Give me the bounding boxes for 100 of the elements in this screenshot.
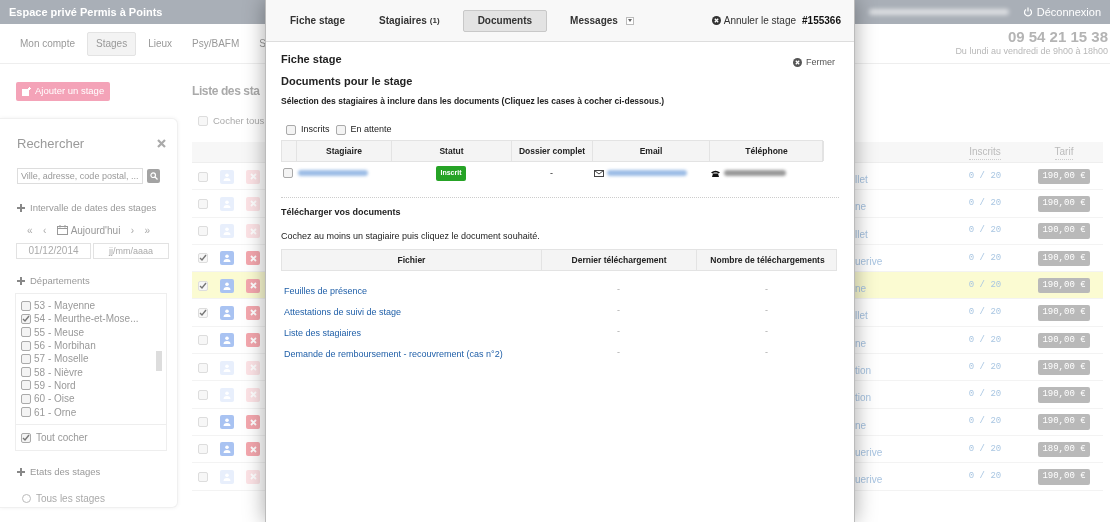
document-link[interactable]: Feuilles de présence [284,286,368,297]
place-link[interactable]: tion [855,392,872,404]
delete-button[interactable] [246,306,260,320]
cross-icon [249,336,257,344]
radio-button[interactable] [22,494,31,504]
inscrits-count: 0 / 20 [968,306,1002,320]
delete-button[interactable] [246,196,260,211]
nav-tab[interactable]: Stages [87,31,137,56]
delete-button[interactable] [246,387,260,402]
person-icon [223,336,231,345]
today-button[interactable]: Aujourd'hui [56,222,121,238]
checkbox[interactable] [21,353,31,364]
document-link[interactable]: Liste des stagiaires [284,328,362,339]
inscrits-count: 0 / 20 [968,278,1002,292]
section-title: Fiche stage [281,52,342,67]
filter-label: Inscrits [301,122,330,136]
place-link[interactable]: ne [855,337,867,349]
inscrits-count: 0 / 20 [968,197,1002,211]
modal-tab[interactable]: Fiche stage [279,9,357,32]
checkbox[interactable] [21,432,31,443]
date-nav-button[interactable]: ‹ [42,222,47,238]
person-icon [223,445,231,454]
document-link[interactable]: Attestations de suivi de stage [284,307,402,318]
trainee-button[interactable] [220,333,234,348]
place-link[interactable]: uerive [855,474,883,486]
column-header: Dossier complet [518,144,586,158]
download-count: - [765,282,768,296]
trainee-button[interactable] [220,306,234,320]
checkbox[interactable] [21,380,31,391]
delete-button[interactable] [246,333,260,348]
modal-tab[interactable]: Messages [559,9,645,32]
price-badge: 190,00 € [1038,469,1090,485]
date-nav-button[interactable]: » [144,222,150,238]
modal-tab[interactable]: Stagiaires (1) [368,9,451,32]
download-title: Télécharger vos documents [281,206,402,220]
search-field[interactable]: Ville, adresse, code postal, ... [17,167,143,184]
radio-label: Tous les stages [36,492,105,507]
add-stage-button[interactable]: Ajouter un stage [16,82,111,101]
place-link[interactable]: ne [855,419,867,431]
checkbox[interactable] [21,393,31,404]
nav-tab[interactable]: Lieux [140,31,181,56]
trainee-button[interactable] [220,278,234,293]
place-link[interactable]: uerive [855,255,883,267]
checkbox[interactable] [335,124,346,135]
price-badge: 190,00 € [1038,387,1090,403]
person-icon [223,418,231,427]
place-link[interactable]: ne [855,201,867,213]
delete-button[interactable] [246,442,260,457]
delete-button[interactable] [246,278,260,293]
place-link[interactable]: llet [855,310,868,322]
cross-icon [249,445,257,453]
checkbox[interactable] [283,168,293,179]
close-link[interactable]: Fermer [793,56,835,70]
start-date-field[interactable]: 01/12/2014 [16,242,91,259]
close-circle-icon [711,16,721,25]
price-badge: 190,00 € [1038,359,1090,376]
close-icon[interactable] [157,139,166,149]
cancel-stage-link[interactable]: Annuler le stage [711,13,797,28]
nav-tab[interactable]: S [251,31,274,56]
delete-button[interactable] [246,360,260,375]
column-header: Tarif [1054,144,1074,160]
checkbox[interactable] [21,340,31,351]
check-icon [22,433,30,442]
delete-button[interactable] [246,251,260,266]
trainee-button[interactable] [220,251,234,266]
checkbox[interactable] [21,313,31,324]
delete-button[interactable] [246,224,260,239]
end-date-field[interactable]: jj/mm/aaaa [93,242,169,259]
instruction-text: Sélection des stagiaires à inclure dans les documents (Cliquez les cases à cocher ci-dessous.) [281,95,666,108]
new-document-icon [22,87,31,96]
checkbox[interactable] [21,407,31,417]
last-download: - [617,282,620,296]
place-link[interactable]: llet [855,174,868,185]
date-nav-button[interactable]: › [130,222,135,238]
delete-button[interactable] [246,169,260,184]
trainee-button[interactable] [220,442,234,457]
trainee-button[interactable] [220,415,234,430]
place-link[interactable]: tion [855,365,872,377]
date-nav-button[interactable]: « [27,222,33,238]
place-link[interactable]: llet [855,228,868,240]
plus-icon [17,468,25,477]
price-badge: 190,00 € [1038,277,1090,294]
checkbox[interactable] [21,367,31,378]
search-button[interactable] [147,168,160,183]
place-link[interactable]: ne [855,283,867,295]
logout-link[interactable]: Déconnexion [1036,3,1101,21]
document-link[interactable]: Demande de remboursement - recouvrement (cas n°2) [284,349,503,360]
delete-button[interactable] [246,469,260,484]
place-link[interactable]: uerive [855,446,883,458]
nav-tab[interactable]: Mon compte [12,31,84,56]
checkbox[interactable] [21,300,31,311]
delete-button[interactable] [246,415,260,430]
nav-tab[interactable]: Psy/BAFM [184,31,248,56]
checkbox[interactable] [198,308,208,318]
price-badge: 190,00 € [1038,168,1090,185]
modal-tab[interactable]: Documents [462,9,548,32]
checkbox[interactable] [21,327,31,338]
checkbox[interactable] [286,124,296,135]
department-label: 53 - Mayenne [34,299,96,314]
check-icon [199,309,207,317]
